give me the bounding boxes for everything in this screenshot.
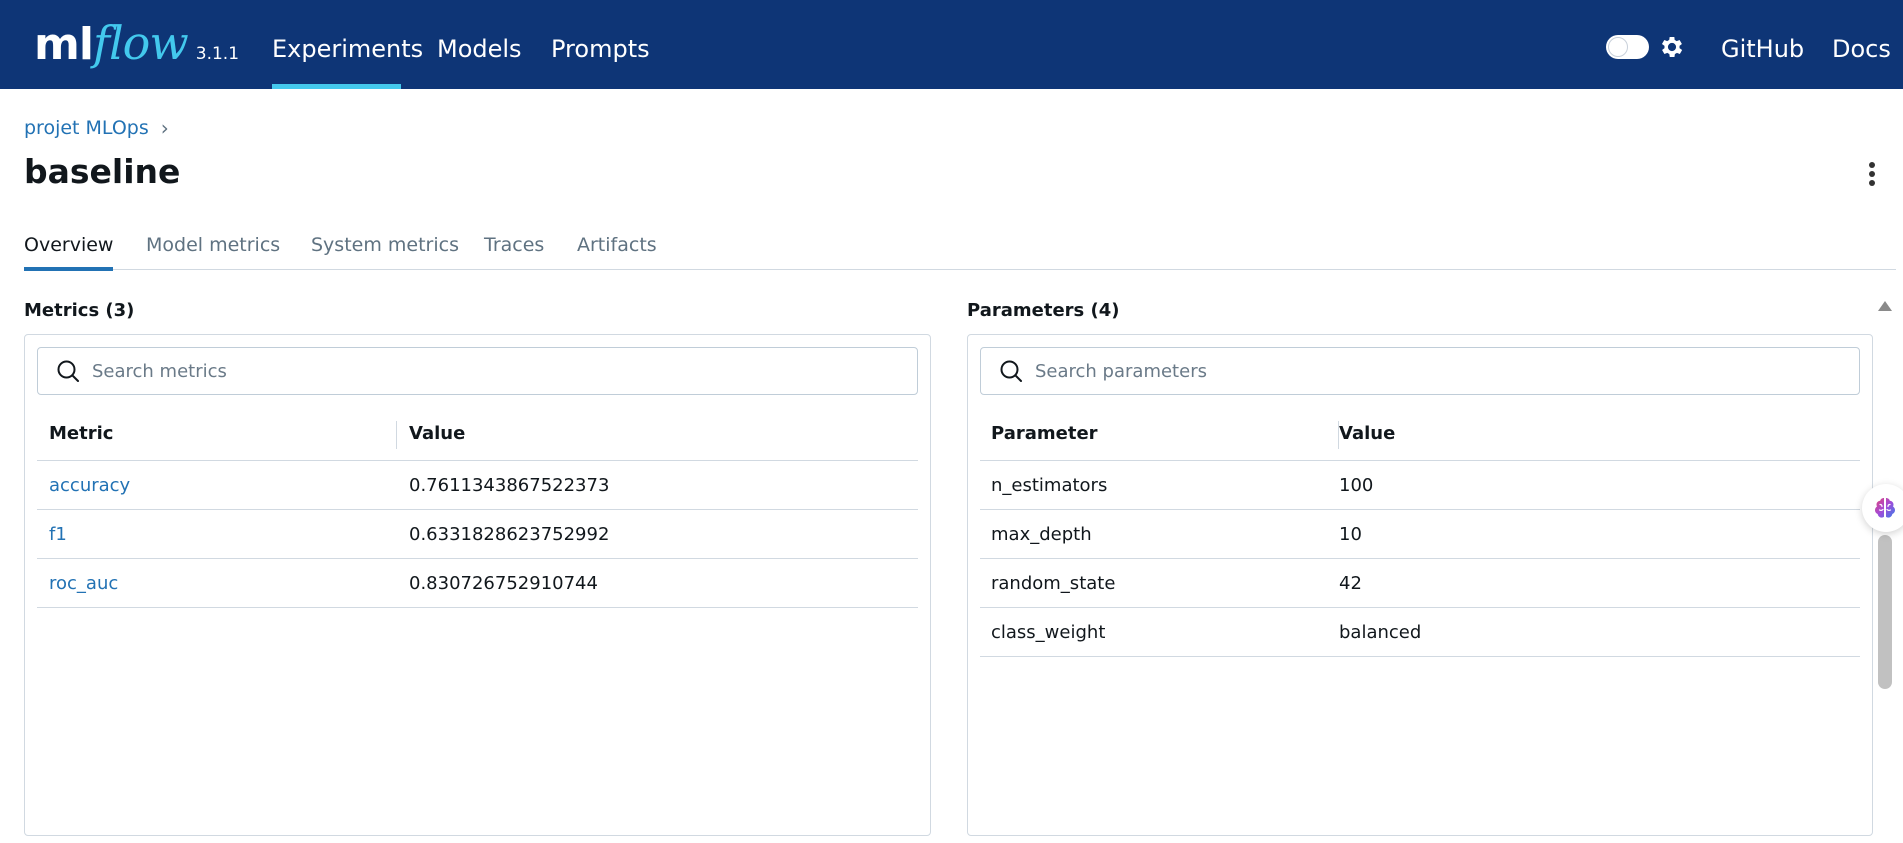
breadcrumb-experiment-link[interactable]: projet MLOps (24, 117, 149, 139)
search-icon (1000, 360, 1022, 382)
value-column-header[interactable]: Value (409, 407, 465, 460)
run-tabs: Overview Model metrics System metrics Tr… (24, 230, 1896, 271)
parameter-value: balanced (1339, 621, 1422, 643)
tab-artifacts[interactable]: Artifacts (577, 234, 657, 270)
kebab-dot (1869, 180, 1875, 186)
table-row: roc_auc 0.830726752910744 (37, 559, 918, 608)
gear-icon[interactable] (1658, 33, 1686, 61)
metrics-table: Metric Value accuracy 0.7611343867522373… (37, 407, 918, 608)
table-row: accuracy 0.7611343867522373 (37, 461, 918, 510)
parameter-name: class_weight (991, 621, 1106, 643)
nav-models[interactable]: Models (437, 0, 522, 89)
kebab-dot (1869, 162, 1875, 168)
scroll-up-arrow-icon[interactable] (1878, 301, 1892, 311)
table-row: max_depth 10 (980, 510, 1860, 559)
breadcrumb: projet MLOps › (24, 116, 169, 140)
logo-ml-text: ml (34, 19, 94, 70)
metric-value: 0.6331828623752992 (409, 523, 610, 545)
nav-prompts-label: Prompts (551, 35, 650, 63)
theme-toggle-knob (1608, 37, 1628, 57)
parameter-name: n_estimators (991, 474, 1108, 496)
parameters-section-title: Parameters (4) (967, 300, 1120, 321)
docs-link-label: Docs (1832, 35, 1891, 63)
metric-value: 0.830726752910744 (409, 572, 598, 594)
nav-models-label: Models (437, 35, 522, 63)
parameter-value: 100 (1339, 474, 1374, 496)
metric-value: 0.7611343867522373 (409, 474, 610, 496)
table-row: n_estimators 100 (980, 461, 1860, 510)
nav-experiments-label: Experiments (272, 35, 424, 63)
search-icon (57, 360, 79, 382)
brain-icon (1875, 498, 1895, 518)
metrics-search-input[interactable] (92, 360, 796, 382)
value-column-header[interactable]: Value (1339, 407, 1395, 460)
version-label: 3.1.1 (195, 44, 240, 64)
github-link-label: GitHub (1721, 35, 1805, 63)
tab-system-metrics[interactable]: System metrics (311, 234, 459, 270)
tab-traces[interactable]: Traces (484, 234, 544, 270)
metrics-section-title: Metrics (3) (24, 300, 135, 321)
parameter-value: 10 (1339, 523, 1362, 545)
tab-model-metrics[interactable]: Model metrics (146, 234, 280, 270)
tab-overview[interactable]: Overview (24, 234, 114, 271)
nav-experiments[interactable]: Experiments (272, 0, 423, 89)
table-row: class_weight balanced (980, 608, 1860, 657)
parameters-table: Parameter Value n_estimators 100 max_dep… (980, 407, 1860, 657)
kebab-dot (1869, 171, 1875, 177)
github-link[interactable]: GitHub (1721, 0, 1804, 89)
column-divider[interactable] (396, 421, 397, 449)
metric-column-header[interactable]: Metric (49, 407, 113, 460)
run-name-title: baseline (24, 152, 181, 191)
scrollbar-thumb[interactable] (1878, 535, 1892, 689)
more-options-icon[interactable] (1864, 160, 1880, 188)
table-row: f1 0.6331828623752992 (37, 510, 918, 559)
parameters-table-header: Parameter Value (980, 407, 1860, 461)
metrics-table-header: Metric Value (37, 407, 918, 461)
top-navigation-bar: ml flow 3.1.1 Experiments Models Prompts… (0, 0, 1903, 89)
table-row: random_state 42 (980, 559, 1860, 608)
metric-name-link[interactable]: roc_auc (49, 559, 118, 607)
parameter-value: 42 (1339, 572, 1362, 594)
theme-toggle[interactable] (1606, 35, 1649, 59)
parameters-panel: Parameter Value n_estimators 100 max_dep… (967, 334, 1873, 836)
metrics-search[interactable] (37, 347, 918, 395)
parameter-name: max_depth (991, 523, 1092, 545)
mlflow-logo[interactable]: ml flow 3.1.1 (34, 10, 239, 76)
metric-name-link[interactable]: f1 (49, 510, 67, 558)
parameter-column-header[interactable]: Parameter (991, 407, 1098, 460)
metrics-panel: Metric Value accuracy 0.7611343867522373… (24, 334, 931, 836)
nav-prompts[interactable]: Prompts (551, 0, 650, 89)
parameters-search[interactable] (980, 347, 1860, 395)
parameter-name: random_state (991, 572, 1116, 594)
parameters-search-input[interactable] (1035, 360, 1738, 382)
metric-name-link[interactable]: accuracy (49, 461, 130, 509)
logo-flow-text: flow (92, 16, 189, 70)
docs-link[interactable]: Docs (1832, 0, 1891, 89)
assistant-button[interactable] (1862, 484, 1903, 532)
chevron-right-icon: › (160, 116, 169, 140)
